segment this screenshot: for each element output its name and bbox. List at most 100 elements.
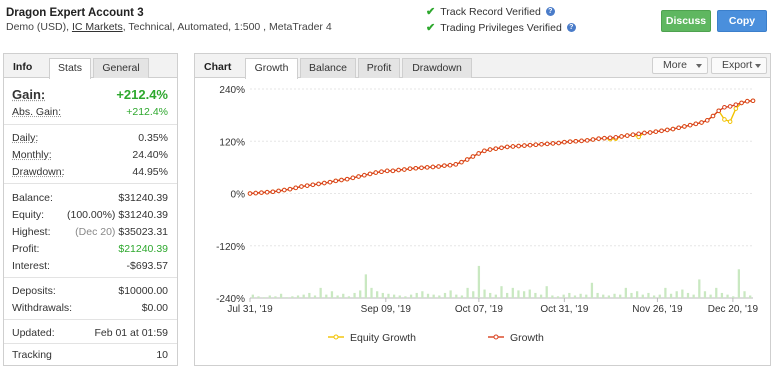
growth-point [664,127,670,133]
x-tick-label: Jul 31, '19 [227,304,273,315]
growth-point [339,177,344,183]
growth-point [419,165,424,171]
info-tabbar: Info Stats General [4,54,177,79]
stat-value: +212.4% [116,87,168,102]
volume-bar [681,289,684,298]
volume-bar [291,296,294,298]
volume-bar [359,290,362,298]
discuss-button[interactable]: Discuss [661,10,711,32]
growth-point [304,183,310,188]
growth-point [716,108,722,114]
help-icon[interactable]: ? [566,23,576,32]
tab-drawdown[interactable]: Drawdown [402,58,472,78]
stat-label: Withdrawals: [12,302,73,314]
growth-point [544,141,550,147]
volume-bar [460,295,464,298]
volume-bar [404,296,407,298]
growth-point [493,146,499,151]
volume-bar [585,294,588,298]
growth-point [584,138,590,143]
help-icon[interactable]: ? [545,7,555,16]
growth-point [442,163,447,168]
tab-growth[interactable]: Growth [245,58,298,79]
volume-bar [257,296,260,298]
growth-point [310,182,316,188]
info-section-label: Info [13,61,33,73]
stat-balance: Balance: $31240.39 [12,192,168,204]
stat-label: Monthly: [12,149,52,161]
volume-bar [279,293,283,298]
stat-label: Equity: [12,209,45,221]
tab-general[interactable]: General [93,58,149,78]
export-dropdown[interactable]: Export [711,57,767,74]
volume-bar [415,292,418,298]
growth-point [299,184,304,189]
volume-bar [534,292,537,298]
stat-deposits: Deposits: $10000.00 [12,285,168,297]
stat-gain: Gain: +212.4% [12,87,168,102]
copy-button[interactable]: Copy [717,10,767,32]
growth-point [264,189,270,195]
growth-point [373,170,379,175]
volume-bar [675,291,678,298]
stat-label: Drawdown: [12,166,65,178]
growth-point [396,167,401,173]
volume-bar [398,295,401,298]
volume-bar [353,292,356,298]
x-tick-label: Dec 20, '19 [708,304,759,315]
tab-stats[interactable]: Stats [49,58,91,79]
growth-point [413,165,419,171]
stat-note: (Dec 20) [75,226,116,238]
chart-tabbar: Chart Growth Balance Profit Drawdown Mor… [195,54,770,79]
growth-point [739,100,744,106]
growth-point [630,132,636,138]
stat-value: $35023.31 [118,226,168,238]
stat-label: Tracking [12,349,52,361]
growth-point [499,145,504,151]
growth-point [259,190,264,195]
volume-bar [692,294,695,298]
broker-link[interactable]: IC Markets [72,21,123,33]
growth-point [573,138,579,144]
volume-bar [737,269,741,298]
x-tick-label: Sep 09, '19 [361,304,412,315]
growth-point [287,186,293,192]
volume-bar [381,292,384,298]
stat-value: 24.40% [132,149,168,161]
y-tick-label: 0% [231,190,246,201]
volume-bar [596,292,599,298]
stat-profit: Profit: $21240.39 [12,243,168,255]
volume-bar [703,291,707,298]
stat-highest: Highest: (Dec 20) $35023.31 [12,226,168,238]
track-record-label: Track Record Verified [440,5,541,18]
growth-point [602,135,607,141]
y-tick-label: 120% [219,137,245,148]
check-icon: ✔ [426,22,436,34]
growth-point [327,179,333,185]
volume-bar [607,295,611,298]
tab-profit[interactable]: Profit [358,58,400,78]
growth-point [722,104,727,110]
growth-point [402,167,407,172]
x-tick-label: Oct 31, '19 [540,304,588,315]
volume-bar [500,286,503,298]
tab-balance[interactable]: Balance [300,58,356,78]
volume-bar [641,294,644,298]
growth-point [682,124,687,129]
stat-daily: Daily: 0.35% [12,132,168,144]
more-dropdown[interactable]: More [652,57,708,74]
divider [4,343,177,344]
volume-bar [285,297,288,298]
stat-tracking: Tracking 10 [12,349,168,361]
volume-bar [726,294,729,298]
volume-bar [302,294,305,298]
volume-bar [483,289,486,298]
series-lines [247,98,756,196]
divider [4,183,177,184]
volume-bar [319,287,322,298]
growth-point [744,98,750,104]
volume-bar [494,294,497,298]
volume-bar [669,293,673,298]
growth-point [487,147,493,152]
growth-point [676,125,681,131]
